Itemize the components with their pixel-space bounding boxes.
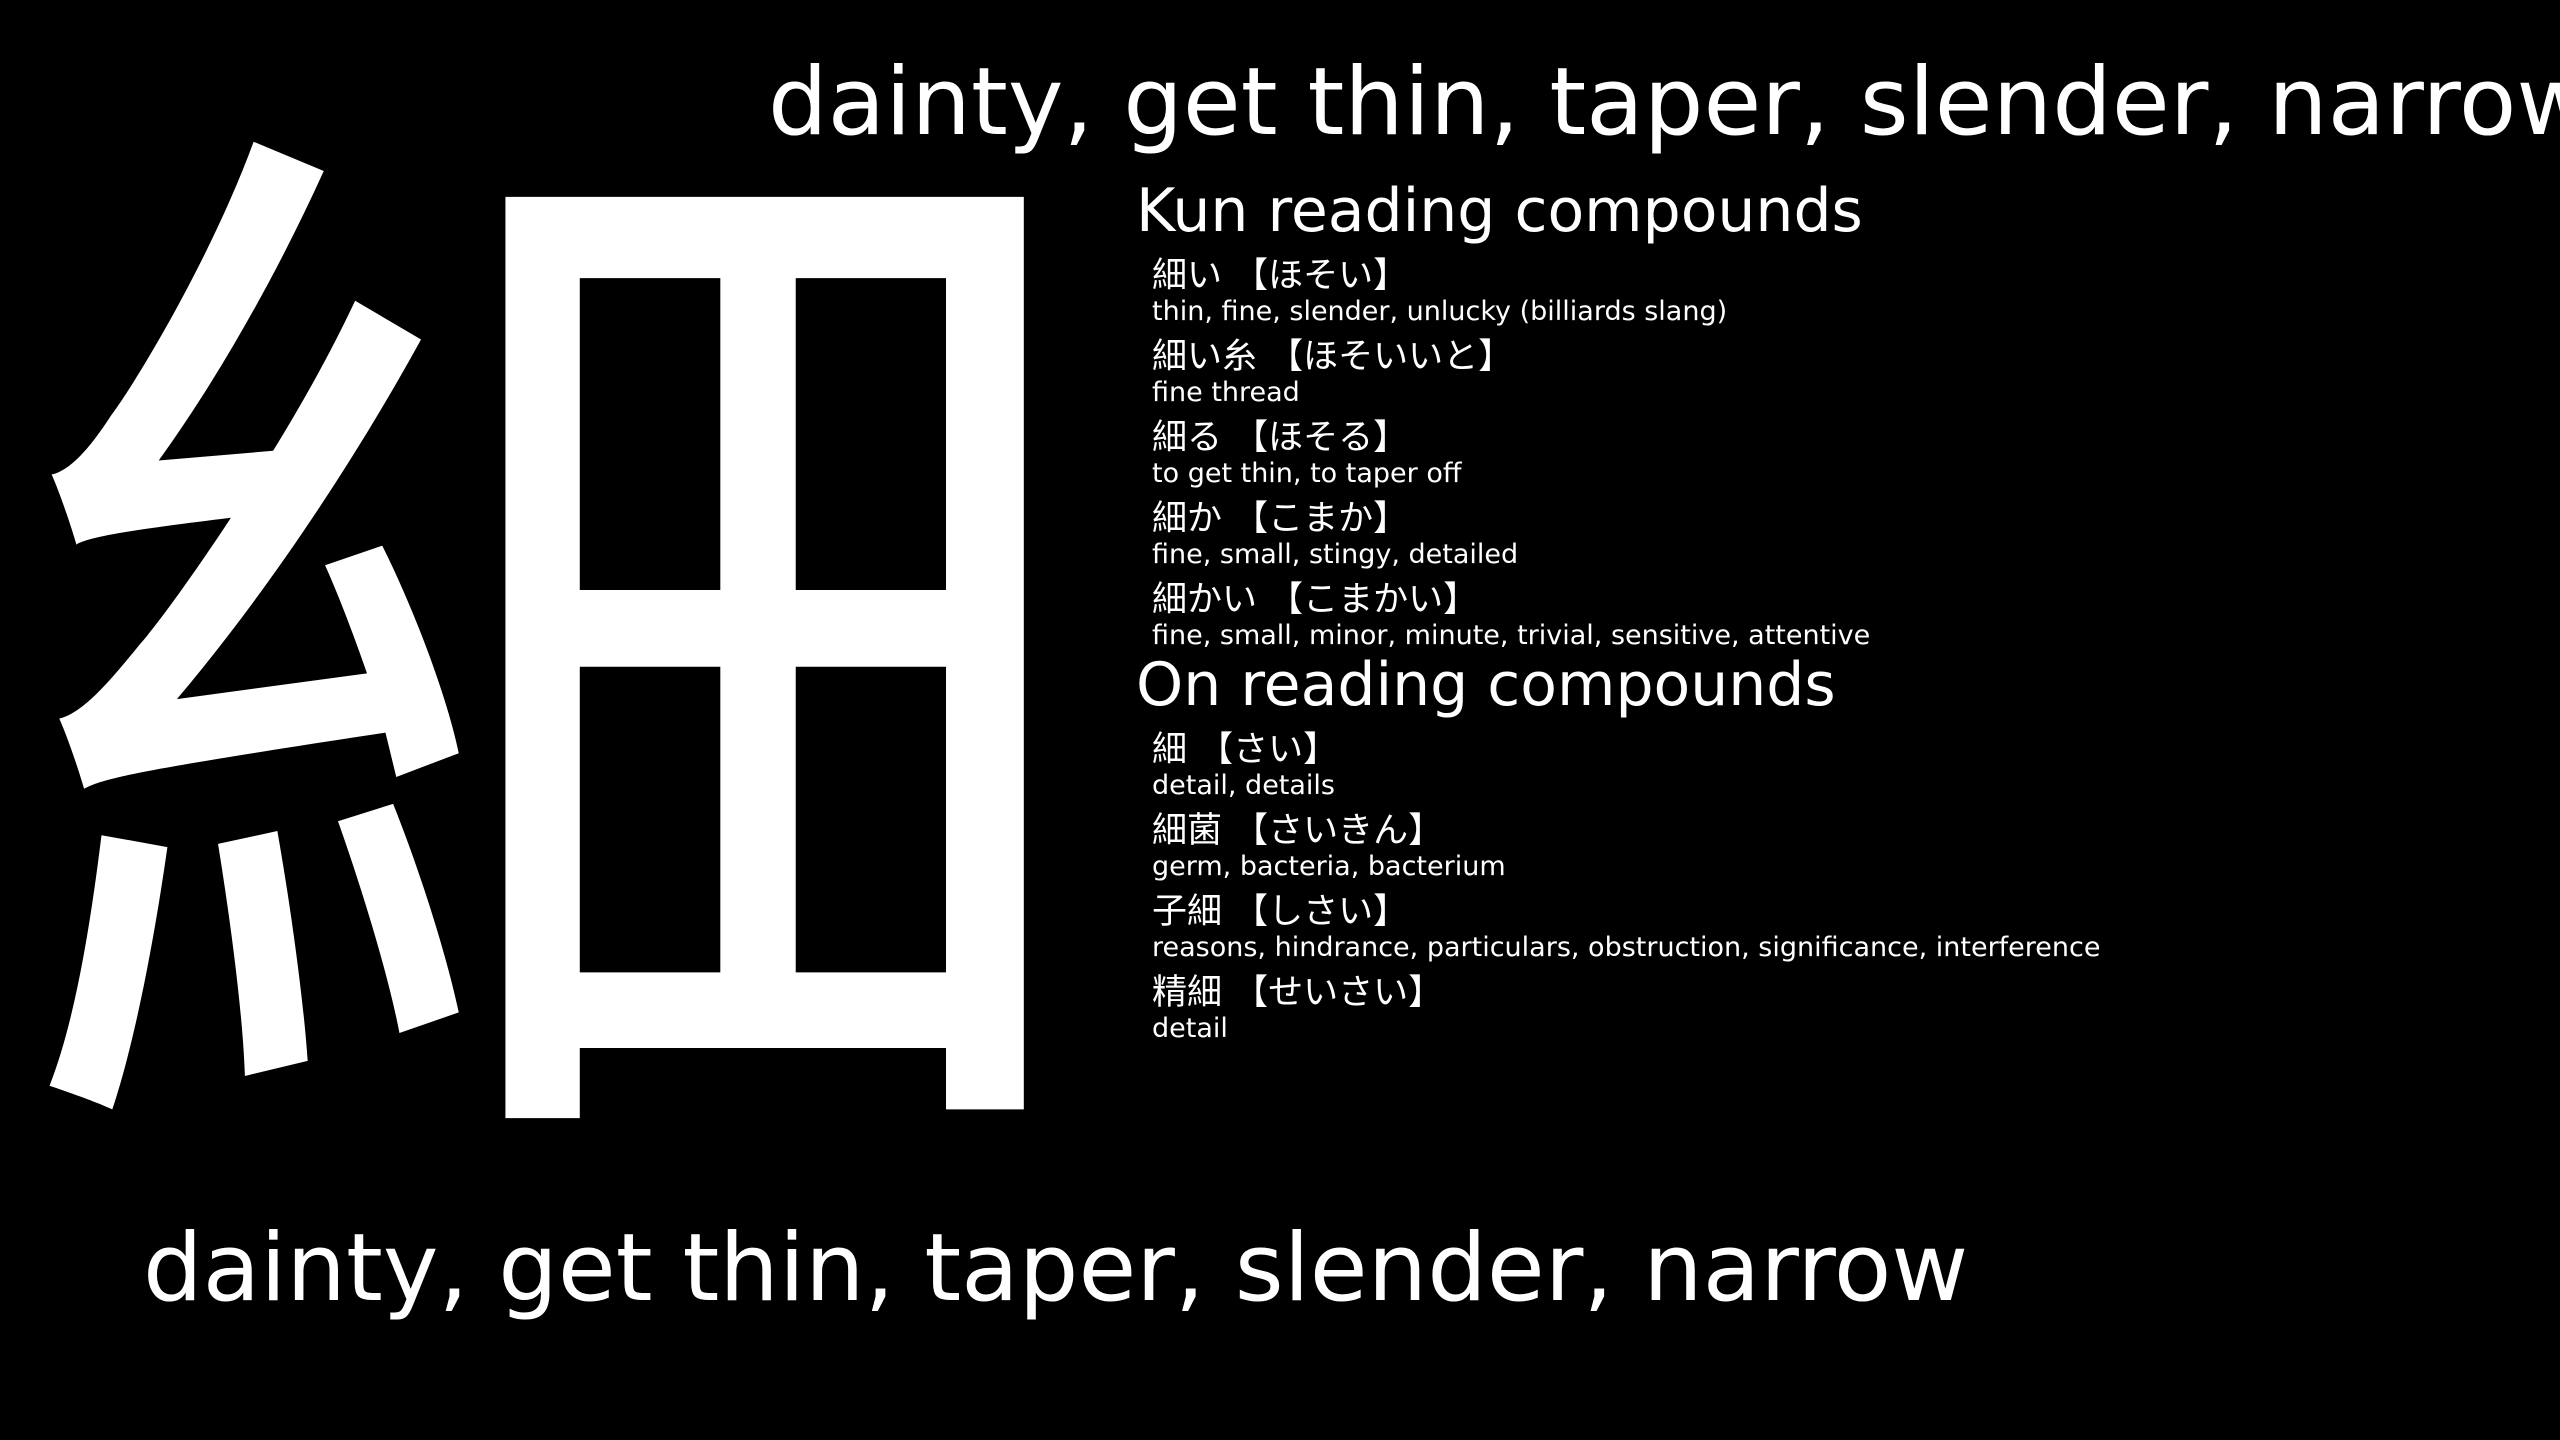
on-entry: 細 【さい】 detail, details <box>1152 730 2536 811</box>
compound-word: 細菌 【さいきん】 <box>1152 811 1444 851</box>
meaning-bottom: dainty, get thin, taper, slender, narrow <box>143 1214 1969 1323</box>
compound-word: 細い 【ほそい】 <box>1152 256 1409 296</box>
compound-meaning: detail <box>1152 1013 1228 1044</box>
kun-entry-list: 細い 【ほそい】 thin, fine, slender, unlucky (b… <box>1136 248 2536 651</box>
on-heading: On reading compounds <box>1136 650 1836 720</box>
compound-word: 子細 【しさい】 <box>1152 892 1409 932</box>
compound-meaning: thin, fine, slender, unlucky (billiards … <box>1152 296 1728 327</box>
compound-word: 細 【さい】 <box>1152 730 1339 770</box>
on-entry: 子細 【しさい】 reasons, hindrance, particulars… <box>1152 892 2536 973</box>
compound-word: 細い糸 【ほそいいと】 <box>1152 337 1514 377</box>
compound-meaning: detail, details <box>1152 770 1336 801</box>
compounds-panel: Kun reading compounds 細い 【ほそい】 thin, fin… <box>1136 174 2536 1054</box>
compound-meaning: to get thin, to taper off <box>1152 458 1462 489</box>
on-entry: 精細 【せいさい】 detail <box>1152 973 2536 1054</box>
compound-meaning: reasons, hindrance, particulars, obstruc… <box>1152 932 2101 963</box>
compound-meaning: germ, bacteria, bacterium <box>1152 851 1506 882</box>
compound-word: 細かい 【こまかい】 <box>1152 580 1479 620</box>
kun-heading: Kun reading compounds <box>1136 176 1863 246</box>
kun-entry: 細る 【ほそる】 to get thin, to taper off <box>1152 418 2536 499</box>
kun-entry: 細か 【こまか】 fine, small, stingy, detailed <box>1152 499 2536 580</box>
kanji-character: 細 <box>15 46 1095 1303</box>
compound-meaning: fine thread <box>1152 377 1300 408</box>
on-entry: 細菌 【さいきん】 germ, bacteria, bacterium <box>1152 811 2536 892</box>
compound-word: 精細 【せいさい】 <box>1152 973 1444 1013</box>
meaning-top: dainty, get thin, taper, slender, narrow <box>768 48 2560 157</box>
compound-word: 細る 【ほそる】 <box>1152 418 1409 458</box>
compound-word: 細か 【こまか】 <box>1152 499 1409 539</box>
on-entry-list: 細 【さい】 detail, details 細菌 【さいきん】 germ, b… <box>1136 722 2536 1054</box>
kun-entry: 細い 【ほそい】 thin, fine, slender, unlucky (b… <box>1152 256 2536 337</box>
kun-entry: 細い糸 【ほそいいと】 fine thread <box>1152 337 2536 418</box>
kun-entry: 細かい 【こまかい】 fine, small, minor, minute, t… <box>1152 580 2536 651</box>
compound-meaning: fine, small, stingy, detailed <box>1152 539 1519 570</box>
